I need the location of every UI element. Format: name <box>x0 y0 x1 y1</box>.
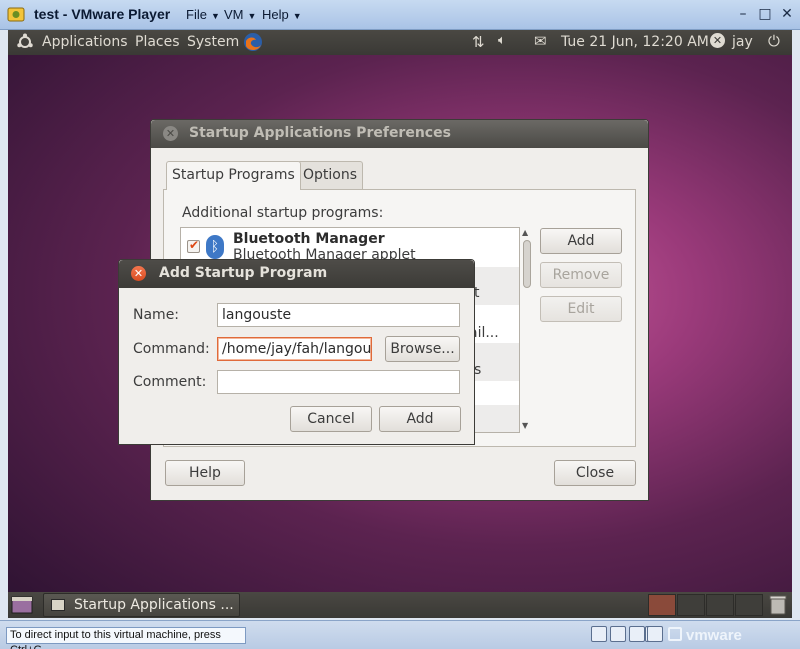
enabled-checkbox[interactable] <box>187 238 200 253</box>
help-button[interactable]: Help <box>165 460 245 486</box>
tab-startup-programs[interactable]: Startup Programs <box>166 161 301 190</box>
close-icon[interactable]: ✕ <box>163 126 178 141</box>
cancel-button[interactable]: Cancel <box>290 406 372 432</box>
user-name[interactable]: jay <box>732 34 753 50</box>
command-field[interactable]: /home/jay/fah/langouste <box>217 337 372 361</box>
vmware-player-icon <box>7 7 25 22</box>
taskbar-startup-applications[interactable]: Startup Applications ... <box>43 593 240 617</box>
scrollbar-thumb[interactable] <box>523 240 531 288</box>
list-scrollbar[interactable]: ▲ ▼ <box>521 228 533 434</box>
ubuntu-logo-icon[interactable] <box>16 33 34 51</box>
menu-places[interactable]: Places <box>135 34 180 50</box>
add-startup-program-dialog: ✕ Add Startup Program Name: langouste Co… <box>118 259 475 445</box>
dialog-title: Startup Applications Preferences <box>189 125 451 141</box>
add-button[interactable]: Add <box>540 228 622 254</box>
command-label: Command: <box>133 341 210 357</box>
host-title-bar: test - VMware Player File ▼ VM ▼ Help ▼ – □… <box>0 0 800 30</box>
trash-icon[interactable] <box>768 594 788 616</box>
volume-icon[interactable]: 🔈︎ <box>498 33 506 48</box>
menu-system[interactable]: System <box>187 34 239 50</box>
network-icon[interactable]: ⇅ <box>472 33 485 51</box>
gnome-bottom-panel: Startup Applications ... <box>8 592 792 618</box>
name-field[interactable]: langouste <box>217 303 460 327</box>
mail-icon[interactable]: ✉ <box>534 32 547 50</box>
workspace-4[interactable] <box>735 594 763 616</box>
menu-applications[interactable]: Applications <box>42 34 128 50</box>
minimize-button[interactable]: – <box>734 5 752 23</box>
close-button[interactable]: ✕ <box>778 5 796 23</box>
clock[interactable]: Tue 21 Jun, 12:20 AM <box>561 34 709 50</box>
add-dialog-titlebar: ✕ Add Startup Program <box>119 260 474 288</box>
close-dialog-button[interactable]: Close <box>554 460 636 486</box>
host-menu-vm[interactable]: VM ▼ <box>224 7 256 22</box>
printer-icon[interactable] <box>629 626 645 642</box>
host-menu-file[interactable]: File ▼ <box>186 7 220 22</box>
vmware-brand: vmware <box>686 627 742 644</box>
task-label: Startup Applications ... <box>74 597 234 613</box>
show-desktop-icon[interactable] <box>11 596 33 614</box>
user-status-icon: ✕ <box>710 33 725 48</box>
vmware-logo-icon <box>668 627 682 641</box>
close-icon[interactable]: ✕ <box>131 266 146 281</box>
host-status-bar: To direct input to this virtual machine,… <box>0 620 800 649</box>
workspace-1[interactable] <box>648 594 676 616</box>
remove-button[interactable]: Remove <box>540 262 622 288</box>
comment-label: Comment: <box>133 374 207 390</box>
status-hint: To direct input to this virtual machine,… <box>6 627 246 649</box>
sound-card-icon[interactable] <box>647 626 663 642</box>
guest-desktop[interactable]: Applications Places System ⇅ 🔈︎ ✉ Tue 21… <box>8 30 792 618</box>
tab-options[interactable]: Options <box>297 161 364 189</box>
name-label: Name: <box>133 307 180 323</box>
add-dialog-title: Add Startup Program <box>159 265 328 281</box>
edit-button[interactable]: Edit <box>540 296 622 322</box>
dialog-titlebar: ✕ Startup Applications Preferences <box>151 120 648 148</box>
floppy-icon[interactable] <box>610 626 626 642</box>
network-adapter-icon[interactable] <box>591 626 607 642</box>
bluetooth-icon: ᛒ <box>206 235 224 259</box>
item-text-fragment: s <box>474 362 482 378</box>
power-icon[interactable]: ⏻ <box>768 32 780 50</box>
maximize-button[interactable]: □ <box>756 5 774 23</box>
list-label: Additional startup programs: <box>182 205 384 221</box>
item-name: Bluetooth Manager <box>233 231 385 247</box>
firefox-icon[interactable] <box>242 31 264 53</box>
scroll-down-icon[interactable]: ▼ <box>522 421 528 430</box>
workspace-3[interactable] <box>706 594 734 616</box>
browse-button[interactable]: Browse... <box>385 336 460 362</box>
workspace-2[interactable] <box>677 594 705 616</box>
add-confirm-button[interactable]: Add <box>379 406 461 432</box>
comment-field[interactable] <box>217 370 460 394</box>
host-window-title: test - VMware Player <box>34 6 171 22</box>
host-menu-help[interactable]: Help ▼ <box>262 7 302 22</box>
gnome-top-panel: Applications Places System ⇅ 🔈︎ ✉ Tue 21… <box>8 30 792 55</box>
window-icon <box>51 599 65 611</box>
scroll-up-icon[interactable]: ▲ <box>522 228 528 237</box>
